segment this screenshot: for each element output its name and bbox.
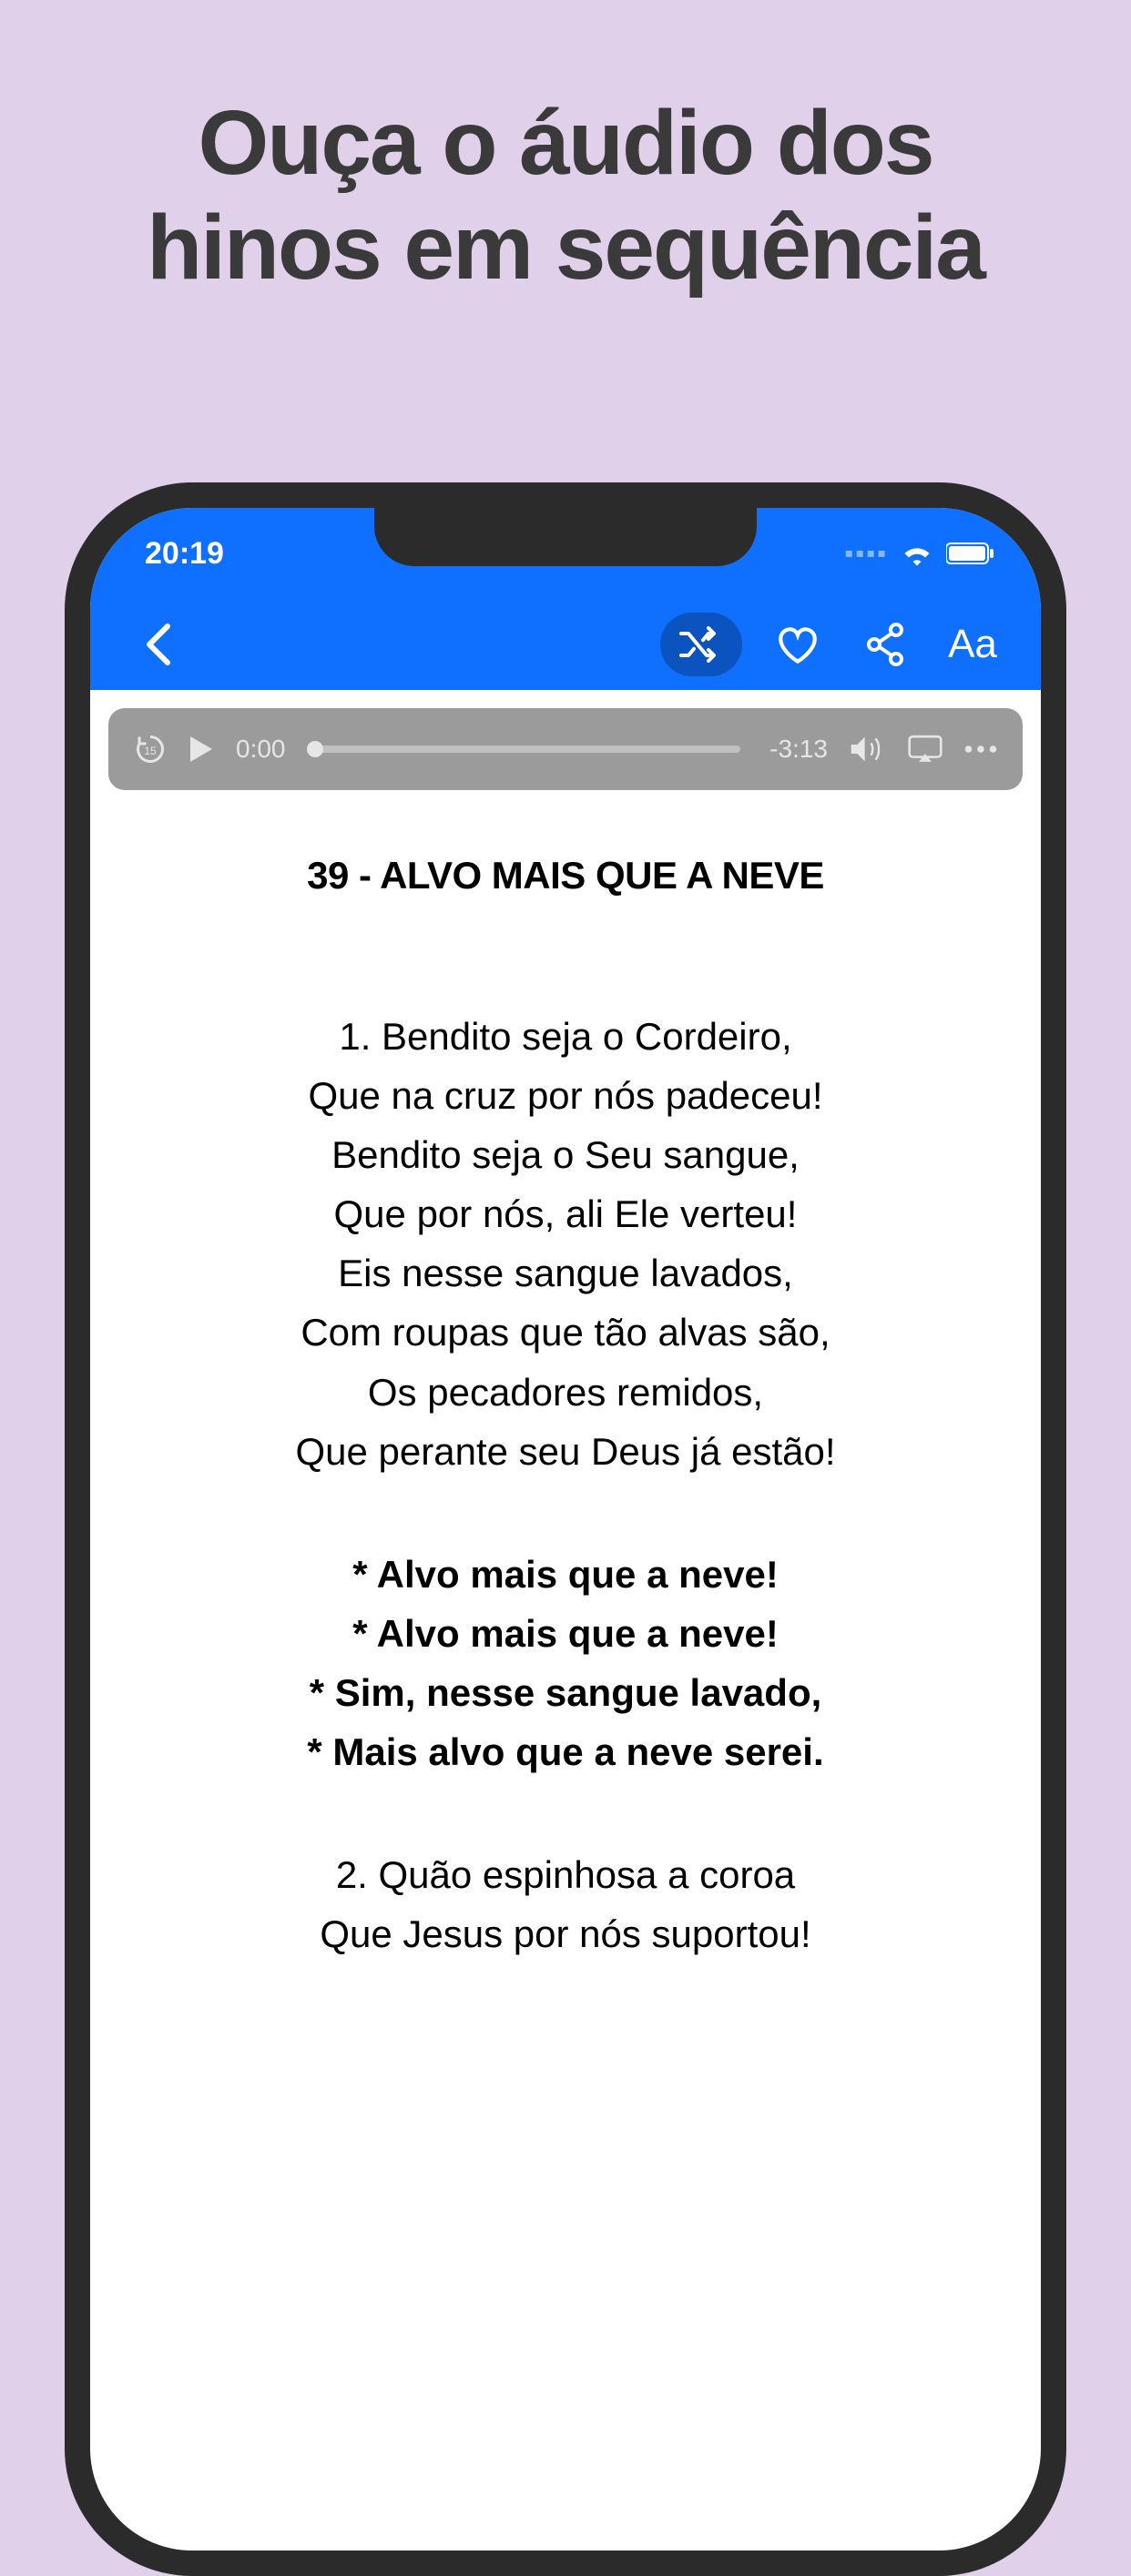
player-current-time: 0:00 [236, 735, 286, 764]
svg-text:15: 15 [144, 745, 157, 757]
phone-notch [374, 508, 757, 566]
chorus-line: * Sim, nesse sangue lavado, [127, 1663, 1004, 1722]
verse-line: Eis nesse sangue lavados, [127, 1243, 1004, 1303]
hymn-verse-2: 2. Quão espinhosa a coroa Que Jesus por … [127, 1845, 1004, 1963]
font-size-label: Aa [948, 622, 997, 667]
hymn-content: 39 - ALVO MAIS QUE A NEVE 1. Bendito sej… [90, 790, 1041, 1963]
hymn-verse-1: 1. Bendito seja o Cordeiro, Que na cruz … [127, 1007, 1004, 1481]
player-remaining-time: -3:13 [769, 735, 828, 764]
verse-line: 2. Quão espinhosa a coroa [127, 1845, 1004, 1904]
font-size-button[interactable]: Aa [941, 613, 1004, 676]
favorite-button[interactable] [766, 613, 830, 676]
chorus-line: * Alvo mais que a neve! [127, 1604, 1004, 1663]
phone-screen: 20:19 ▪▪▪▪ [90, 508, 1041, 2551]
cellular-dots-icon: ▪▪▪▪ [844, 539, 888, 568]
phone-frame: 20:19 ▪▪▪▪ [65, 482, 1066, 2576]
hymn-title: 39 - ALVO MAIS QUE A NEVE [127, 854, 1004, 898]
rewind-15-icon[interactable]: 15 [134, 733, 167, 766]
verse-line: Que por nós, ali Ele verteu! [127, 1184, 1004, 1243]
battery-icon [946, 542, 995, 565]
nav-bar: Aa [90, 599, 1041, 690]
volume-icon[interactable] [850, 735, 886, 764]
status-icons: ▪▪▪▪ [844, 539, 995, 568]
verse-line: Que perante seu Deus já estão! [127, 1422, 1004, 1481]
verse-line: Os pecadores remidos, [127, 1363, 1004, 1422]
hymn-chorus: * Alvo mais que a neve! * Alvo mais que … [127, 1545, 1004, 1781]
player-seek-track[interactable] [315, 745, 741, 753]
shuffle-button[interactable] [660, 613, 742, 676]
headline-line-1: Ouça o áudio dos [199, 92, 933, 194]
share-button[interactable] [853, 613, 917, 676]
airplay-icon[interactable] [908, 735, 942, 764]
verse-line: Com roupas que tão alvas são, [127, 1303, 1004, 1362]
verse-line: Que na cruz por nós padeceu! [127, 1066, 1004, 1125]
more-icon[interactable] [964, 745, 997, 754]
verse-line: Que Jesus por nós suportou! [127, 1904, 1004, 1963]
promo-headline: Ouça o áudio dos hinos em sequência [0, 0, 1131, 300]
verse-line: 1. Bendito seja o Cordeiro, [127, 1007, 1004, 1066]
play-button[interactable] [188, 735, 214, 764]
chorus-line: * Alvo mais que a neve! [127, 1545, 1004, 1604]
status-time: 20:19 [145, 536, 224, 572]
player-seek-thumb[interactable] [307, 741, 323, 757]
chorus-line: * Mais alvo que a neve serei. [127, 1722, 1004, 1781]
back-button[interactable] [127, 613, 190, 676]
wifi-icon [901, 541, 933, 566]
headline-line-2: hinos em sequência [147, 197, 984, 299]
audio-player: 15 0:00 -3:13 [90, 690, 1041, 790]
verse-line: Bendito seja o Seu sangue, [127, 1125, 1004, 1184]
